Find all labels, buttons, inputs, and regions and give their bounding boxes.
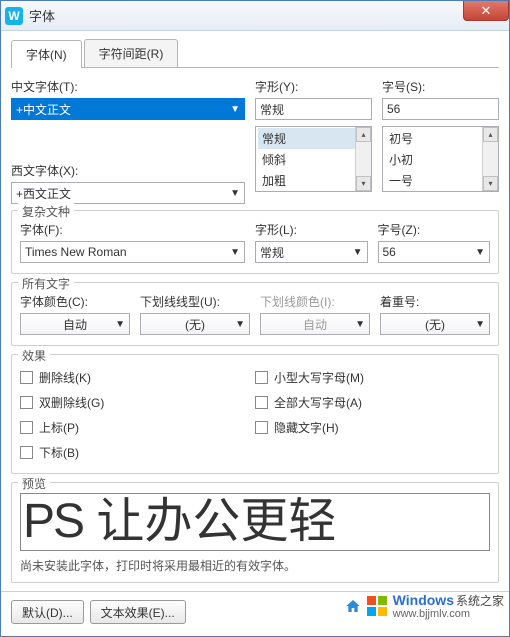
checkbox-icon <box>20 421 33 434</box>
complex-size-label: 字号(Z): <box>378 221 491 238</box>
list-item[interactable]: 倾斜 <box>258 149 369 170</box>
default-button[interactable]: 默认(D)... <box>11 600 84 624</box>
size-input[interactable]: 56 <box>382 98 499 120</box>
chevron-down-icon: ▼ <box>235 319 245 330</box>
home-icon <box>345 598 361 614</box>
style-input[interactable]: 常规 <box>255 98 372 120</box>
scroll-up-icon[interactable]: ▴ <box>356 127 371 142</box>
western-font-combo[interactable]: +西文正文 ▼ <box>11 182 245 204</box>
preview-hint: 尚未安装此字体，打印时将采用最相近的有效字体。 <box>20 551 490 576</box>
checkbox-allcaps[interactable]: 全部大写字母(A) <box>255 390 490 415</box>
scroll-down-icon[interactable]: ▾ <box>356 176 371 191</box>
style-label: 字形(Y): <box>255 78 372 95</box>
chevron-down-icon: ▼ <box>353 247 363 258</box>
font-color-label: 字体颜色(C): <box>20 293 130 310</box>
checkbox-icon <box>20 371 33 384</box>
tab-font[interactable]: 字体(N) <box>11 40 82 68</box>
window-title: 字体 <box>29 6 55 25</box>
checkbox-double-strike[interactable]: 双删除线(G) <box>20 390 255 415</box>
scrollbar[interactable]: ▴ ▾ <box>355 127 371 191</box>
style-listbox[interactable]: 常规 倾斜 加粗 ▴ ▾ <box>255 126 372 192</box>
font-color-dropdown[interactable]: 自动 ▼ <box>20 313 130 335</box>
checkbox-hidden[interactable]: 隐藏文字(H) <box>255 415 490 440</box>
alltext-fieldset: 所有文字 字体颜色(C): 自动 ▼ 下划线线型(U): (无) ▼ <box>11 282 499 346</box>
scrollbar[interactable]: ▴ ▾ <box>482 127 498 191</box>
complex-font-label: 字体(F): <box>20 221 245 238</box>
tab-spacing[interactable]: 字符间距(R) <box>84 39 179 67</box>
checkbox-icon <box>255 396 268 409</box>
checkbox-smallcaps[interactable]: 小型大写字母(M) <box>255 365 490 390</box>
underline-style-label: 下划线线型(U): <box>140 293 250 310</box>
checkbox-icon <box>20 396 33 409</box>
chevron-down-icon: ▼ <box>230 104 240 115</box>
preview-fieldset: 预览 PS 让办公更轻 尚未安装此字体，打印时将采用最相近的有效字体。 <box>11 482 499 583</box>
underline-color-label: 下划线颜色(I): <box>260 293 370 310</box>
chinese-font-combo[interactable]: +中文正文 ▼ <box>11 98 245 120</box>
checkbox-icon <box>255 421 268 434</box>
watermark-url: www.bjjmlv.com <box>393 608 504 620</box>
scroll-up-icon[interactable]: ▴ <box>483 127 498 142</box>
app-icon: W <box>5 7 23 25</box>
checkbox-strikethrough[interactable]: 删除线(K) <box>20 365 255 390</box>
size-listbox[interactable]: 初号 小初 一号 ▴ ▾ <box>382 126 499 192</box>
complex-fieldset: 复杂文种 字体(F): Times New Roman ▼ 字形(L): 常规 … <box>11 210 499 274</box>
chinese-font-label: 中文字体(T): <box>11 78 245 95</box>
chevron-down-icon: ▼ <box>230 188 240 199</box>
chevron-down-icon: ▼ <box>115 319 125 330</box>
windows-logo-icon <box>367 596 387 616</box>
preview-box: PS 让办公更轻 <box>20 493 490 551</box>
underline-style-dropdown[interactable]: (无) ▼ <box>140 313 250 335</box>
list-item[interactable]: 常规 <box>258 128 369 149</box>
checkbox-icon <box>20 446 33 459</box>
titlebar: W 字体 ✕ <box>1 1 509 31</box>
complex-style-label: 字形(L): <box>255 221 368 238</box>
effects-fieldset: 效果 删除线(K) 双删除线(G) 上标(P) 下标(B) 小型大写字母(M) … <box>11 354 499 474</box>
western-font-label: 西文字体(X): <box>11 162 245 179</box>
list-item[interactable]: 小初 <box>385 149 496 170</box>
chevron-down-icon: ▼ <box>475 247 485 258</box>
fieldset-title: 所有文字 <box>18 275 74 292</box>
checkbox-icon <box>255 371 268 384</box>
list-item[interactable]: 加粗 <box>258 170 369 191</box>
complex-size-combo[interactable]: 56 ▼ <box>378 241 491 263</box>
chevron-down-icon: ▼ <box>230 247 240 258</box>
chevron-down-icon: ▼ <box>355 319 365 330</box>
fieldset-title: 预览 <box>18 475 50 492</box>
fieldset-title: 复杂文种 <box>18 203 74 220</box>
close-button[interactable]: ✕ <box>463 1 509 21</box>
underline-color-dropdown: 自动 ▼ <box>260 313 370 335</box>
complex-font-combo[interactable]: Times New Roman ▼ <box>20 241 245 263</box>
emphasis-dropdown[interactable]: (无) ▼ <box>380 313 490 335</box>
scroll-down-icon[interactable]: ▾ <box>483 176 498 191</box>
chevron-down-icon: ▼ <box>475 319 485 330</box>
tab-bar: 字体(N) 字符间距(R) <box>11 39 499 68</box>
font-dialog: W 字体 ✕ 字体(N) 字符间距(R) 中文字体(T): +中文正文 ▼ 字形… <box>0 0 510 637</box>
text-effects-button[interactable]: 文本效果(E)... <box>90 600 186 624</box>
list-item[interactable]: 一号 <box>385 170 496 191</box>
complex-style-combo[interactable]: 常规 ▼ <box>255 241 368 263</box>
emphasis-label: 着重号: <box>380 293 490 310</box>
checkbox-superscript[interactable]: 上标(P) <box>20 415 255 440</box>
watermark: Windows系统之家 www.bjjmlv.com <box>345 593 504 620</box>
size-label: 字号(S): <box>382 78 499 95</box>
fieldset-title: 效果 <box>18 347 50 364</box>
checkbox-subscript[interactable]: 下标(B) <box>20 440 255 465</box>
list-item[interactable]: 初号 <box>385 128 496 149</box>
